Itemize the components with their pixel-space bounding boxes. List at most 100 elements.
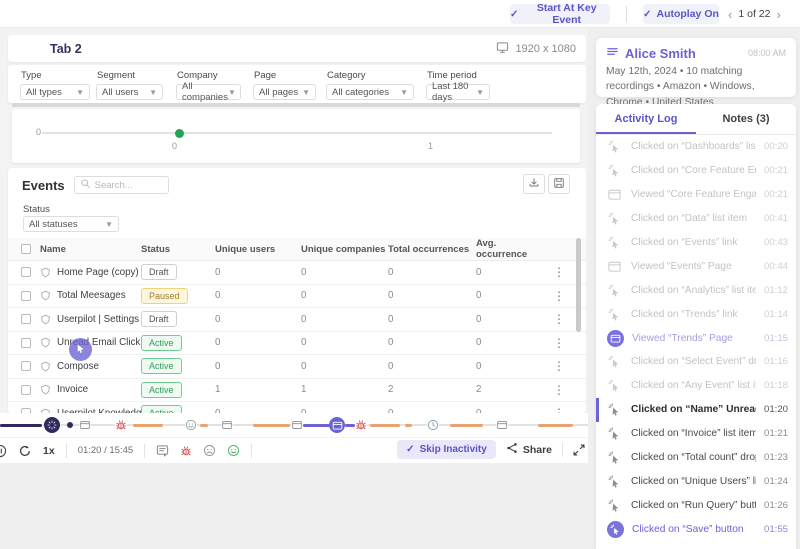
page-event-icon[interactable]	[222, 420, 233, 431]
activity-log-item[interactable]: Viewed “Core Feature Engagment”00:21	[596, 183, 796, 207]
metric-value: 0	[388, 361, 476, 372]
column-header[interactable]: Unique users	[215, 244, 301, 255]
activity-log-item[interactable]: Viewed “Events” Page00:44	[596, 254, 796, 278]
filter-select[interactable]: All types▼	[20, 84, 90, 100]
menu-icon[interactable]	[606, 45, 619, 61]
autoplay-button[interactable]: ✓Autoplay On	[643, 4, 719, 24]
horizontal-scrollbar[interactable]	[12, 103, 580, 107]
table-row[interactable]: Total MeesagesPaused0000⋮	[8, 285, 586, 309]
row-menu-button[interactable]: ⋮	[539, 265, 579, 279]
status-filter-select[interactable]: All statuses▼	[23, 216, 119, 232]
note-icon[interactable]	[156, 444, 169, 457]
column-header[interactable]: Avg. occurrence	[476, 238, 539, 260]
expand-icon[interactable]	[573, 444, 585, 456]
activity-log-item[interactable]: Clicked on “Events” link00:43	[596, 231, 796, 255]
row-menu-button[interactable]: ⋮	[539, 289, 579, 303]
activity-log-item[interactable]: Clicked on “Analytics” list item01:12	[596, 278, 796, 302]
download-button[interactable]	[523, 174, 545, 194]
chart-data-point[interactable]	[175, 129, 184, 138]
user-name[interactable]: Alice Smith	[625, 46, 748, 61]
next-recording-button[interactable]: ›	[776, 8, 780, 21]
activity-log-item[interactable]: Viewed “Trends” Page01:15	[596, 326, 796, 350]
replay-icon[interactable]	[18, 444, 32, 458]
clock-event-icon[interactable]	[427, 419, 439, 431]
timeline-current-marker[interactable]	[44, 417, 60, 433]
activity-timestamp: 01:24	[764, 476, 788, 487]
start-at-key-event-button[interactable]: ✓Start At Key Event	[510, 4, 610, 24]
filter-select[interactable]: All companies▼	[176, 84, 241, 100]
table-row[interactable]: InvoiceActive1122⋮	[8, 379, 586, 403]
page-event-icon[interactable]	[497, 420, 508, 431]
table-row[interactable]: ComposeActive0000⋮	[8, 355, 586, 379]
timeline-viewed-marker[interactable]	[329, 417, 345, 433]
table-row[interactable]: Userpilot | SettingsDraft0000⋮	[8, 308, 586, 332]
row-menu-button[interactable]: ⋮	[539, 312, 579, 326]
filter-value: All users	[102, 87, 138, 98]
share-icon	[506, 442, 518, 457]
activity-log-item[interactable]: Clicked on “Run Query” button01:26	[596, 493, 796, 517]
column-header[interactable]: Unique companies	[301, 244, 388, 255]
table-row[interactable]: Userpilot Knowledge ...Active0000⋮	[8, 402, 586, 413]
activity-log-item[interactable]: Clicked on “Total count” dropdown01:23	[596, 446, 796, 470]
activity-log-item[interactable]: Clicked on “Core Feature Engagem...00:21	[596, 159, 796, 183]
click-icon	[608, 308, 623, 321]
column-header[interactable]: Name	[40, 244, 141, 255]
column-header[interactable]: Status	[141, 244, 215, 255]
events-search[interactable]	[74, 176, 169, 194]
activity-log-item[interactable]: Clicked on “Save” button01:55	[596, 517, 796, 541]
event-name: Invoice	[57, 384, 88, 395]
shield-icon	[40, 314, 51, 325]
prev-recording-button[interactable]: ‹	[728, 8, 732, 21]
activity-log-item[interactable]: Clicked on “Any Event” list item01:18	[596, 374, 796, 398]
activity-log-item[interactable]: Clicked on “Select Event” dropdown01:16	[596, 350, 796, 374]
smiley-event-icon[interactable]	[185, 419, 197, 431]
row-checkbox[interactable]	[21, 291, 31, 301]
filter-value: All categories	[332, 87, 389, 98]
metric-value: 0	[388, 267, 476, 278]
error-event-icon[interactable]	[355, 419, 367, 431]
row-checkbox[interactable]	[21, 361, 31, 371]
row-menu-button[interactable]: ⋮	[539, 336, 579, 350]
row-checkbox[interactable]	[21, 314, 31, 324]
activity-log-item[interactable]: Clicked on “Invoice” list item01:21	[596, 422, 796, 446]
page-event-icon[interactable]	[292, 420, 303, 431]
error-icon[interactable]	[180, 445, 192, 457]
activity-log-item[interactable]: Clicked on “Data” list item00:41	[596, 207, 796, 231]
activity-log-item[interactable]: Clicked on “Name” Unread Email C...01:20	[596, 398, 796, 422]
share-button[interactable]: Share	[506, 442, 552, 457]
row-checkbox[interactable]	[21, 338, 31, 348]
filter-segment: SegmentAll users▼	[96, 65, 163, 100]
status-badge: Active	[141, 335, 182, 351]
activity-log-item[interactable]: Clicked on “Trends” link01:14	[596, 302, 796, 326]
happy-face-icon[interactable]	[227, 444, 240, 457]
row-checkbox[interactable]	[21, 385, 31, 395]
row-menu-button[interactable]: ⋮	[539, 359, 579, 373]
activity-log-item[interactable]: Clicked on “Unique Users” list item01:24	[596, 469, 796, 493]
filter-select[interactable]: Last 180 days▼	[426, 84, 490, 100]
column-header[interactable]: Total occurrences	[388, 244, 476, 255]
tab-activity-log[interactable]: Activity Log	[596, 104, 696, 134]
table-row[interactable]: Unread Email ClickActive0000⋮	[8, 332, 586, 356]
save-view-button[interactable]	[548, 174, 570, 194]
row-menu-button[interactable]: ⋮	[539, 406, 579, 413]
playback-speed-button[interactable]: 1x	[43, 445, 55, 457]
chevron-down-icon: ▼	[302, 88, 310, 97]
search-input[interactable]	[95, 180, 159, 191]
skip-inactivity-button[interactable]: ✓Skip Inactivity	[397, 440, 496, 459]
filter-select[interactable]: All users▼	[96, 84, 163, 100]
playback-timeline[interactable]	[0, 415, 588, 435]
filter-select[interactable]: All pages▼	[253, 84, 316, 100]
table-row[interactable]: Home Page (copy)Draft0000⋮	[8, 261, 586, 285]
filter-select[interactable]: All categories▼	[326, 84, 414, 100]
error-event-icon[interactable]	[115, 419, 127, 431]
page-event-icon[interactable]	[80, 420, 91, 431]
row-checkbox[interactable]	[21, 267, 31, 277]
pause-button[interactable]	[0, 444, 7, 458]
row-menu-button[interactable]: ⋮	[539, 383, 579, 397]
click-icon	[608, 355, 623, 368]
activity-log-item[interactable]: Clicked on “Dashboards” list item00:20	[596, 135, 796, 159]
tab-notes-3-[interactable]: Notes (3)	[696, 104, 796, 134]
vertical-scrollbar[interactable]	[576, 238, 581, 332]
sad-face-icon[interactable]	[203, 444, 216, 457]
select-all-checkbox[interactable]	[21, 244, 31, 254]
